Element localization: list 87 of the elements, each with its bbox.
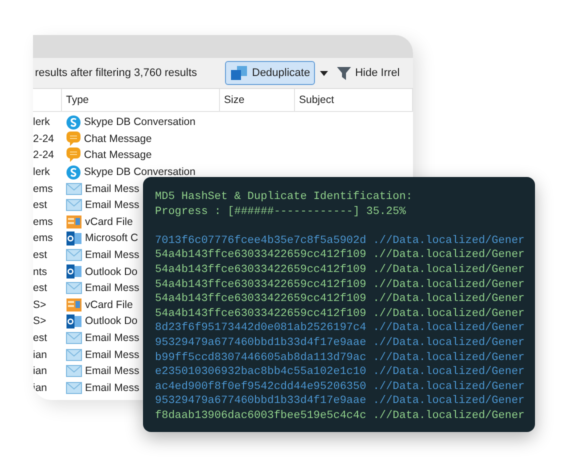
envelope-icon xyxy=(66,365,82,378)
table-cell: lerk xyxy=(33,116,50,128)
hash-text: e235010306932bac8bb4c55a102e1c10 xyxy=(155,365,366,380)
table-cell: 2-24 xyxy=(33,149,54,162)
hash-text: f8daab13906dac6003fbee519e5c4c4c xyxy=(155,408,366,424)
file-path: .//Data.localized/Gener xyxy=(372,292,525,307)
table-cell: ian xyxy=(33,365,48,378)
table-cell: ems xyxy=(33,182,53,195)
skype-icon xyxy=(66,164,81,180)
progress-line: Progress : [######------------] 35.25% xyxy=(155,204,407,220)
file-path: .//Data.localized/Gener xyxy=(372,408,525,424)
skype-icon xyxy=(66,114,81,130)
table-cell: Email Mess xyxy=(85,249,140,262)
file-path: .//Data.localized/Gener xyxy=(372,350,525,366)
table-cell: lerk xyxy=(33,166,50,178)
chat-bubble-icon xyxy=(66,130,81,147)
envelope-icon xyxy=(66,348,82,361)
hash-text: 54a4b143ffce63033422659cc412f109 xyxy=(155,262,366,278)
envelope-icon xyxy=(66,282,82,294)
table-cell: est xyxy=(33,199,48,212)
outlook-icon xyxy=(66,230,82,246)
table-cell: Skype DB Conversation xyxy=(84,166,196,178)
table-cell: Chat Message xyxy=(84,149,152,162)
hash-text: 7013f6c07776fcee4b35e7c8f5a5902d xyxy=(155,234,366,248)
terminal-title: MD5 HashSet & Duplicate Identification: xyxy=(155,190,414,205)
table-cell: S> xyxy=(33,298,46,311)
table-cell: vCard File xyxy=(85,216,133,228)
hash-text: 54a4b143ffce63033422659cc412f109 xyxy=(155,306,366,322)
table-cell: Outlook Do xyxy=(85,266,138,278)
hash-text: 8d23f6f95173442d0e081ab2526197c4 xyxy=(155,321,366,336)
hide-button[interactable]: Hide Irrel xyxy=(336,65,400,81)
table-cell: nts xyxy=(33,266,48,278)
table-cell: Email Mess xyxy=(85,182,140,195)
hash-text: 54a4b143ffce63033422659cc412f109 xyxy=(155,248,366,263)
caret-icon[interactable] xyxy=(320,70,328,76)
file-path: .//Data.localized/Gener xyxy=(372,365,525,380)
squares-icon xyxy=(230,65,248,81)
table-cell: ems xyxy=(33,232,53,244)
table-cell: Email Mess xyxy=(85,282,140,294)
table-cell: Chat Message xyxy=(84,132,152,145)
envelope-icon xyxy=(66,382,82,394)
file-path: .//Data.localized/Gener xyxy=(372,321,525,336)
outlook-icon xyxy=(66,314,82,329)
file-path: .//Data.localized/Gener xyxy=(372,278,525,292)
file-path: .//Data.localized/Gener xyxy=(372,380,525,394)
table-cell: Skype DB Conversation xyxy=(84,116,196,128)
chat-bubble-icon xyxy=(66,147,81,164)
table-cell: est xyxy=(33,332,48,344)
table-cell: est xyxy=(33,249,48,262)
hash-text: ac4ed900f8f0ef9542cdd44e95206350 xyxy=(155,380,366,394)
contact-card-icon xyxy=(66,214,82,229)
envelope-icon xyxy=(66,182,82,195)
outlook-icon xyxy=(66,264,82,280)
table-cell: Email Mess xyxy=(85,382,140,394)
table-cell: S> xyxy=(33,315,46,328)
table-cell: Outlook Do xyxy=(85,315,138,328)
column-header[interactable]: Size xyxy=(224,94,244,106)
table-cell: est xyxy=(33,282,48,294)
table-cell: Email Mess xyxy=(85,348,140,361)
column-header[interactable]: Type xyxy=(66,94,89,106)
table-cell: Microsoft C xyxy=(85,232,138,244)
file-path: .//Data.localized/Gener xyxy=(372,248,525,263)
hash-text: 95329479a677460bbd1b33d4f17e9aae xyxy=(155,336,366,351)
table-cell: 2-24 xyxy=(33,132,54,145)
file-path: .//Data.localized/Gener xyxy=(372,234,525,248)
hash-text: 54a4b143ffce63033422659cc412f109 xyxy=(155,278,366,292)
filter-icon xyxy=(336,65,352,81)
hash-text: b99ff5ccd8307446605ab8da113d79ac xyxy=(155,350,366,366)
file-path: .//Data.localized/Gener xyxy=(372,306,525,322)
file-path: .//Data.localized/Gener xyxy=(372,394,525,409)
result-summary: results after filtering 3,760 results xyxy=(35,67,198,79)
hash-text: 54a4b143ffce63033422659cc412f109 xyxy=(155,292,366,307)
table-cell: Email Mess xyxy=(85,332,140,344)
column-header[interactable]: Subject xyxy=(299,94,334,106)
table-cell: ems xyxy=(33,216,53,228)
envelope-icon xyxy=(66,332,82,344)
table-cell: Email Mess xyxy=(85,365,140,378)
hash-text: 95329479a677460bbd1b33d4f17e9aae xyxy=(155,394,366,409)
envelope-icon xyxy=(66,249,82,262)
table-cell: vCard File xyxy=(85,298,133,311)
table-cell: Email Mess xyxy=(85,199,140,212)
contact-card-icon xyxy=(66,298,82,312)
file-path: .//Data.localized/Gener xyxy=(372,336,525,351)
envelope-icon xyxy=(66,199,82,212)
table-cell: ian xyxy=(33,348,48,361)
deduplicate-button[interactable]: Deduplicate xyxy=(225,61,316,85)
file-path: .//Data.localized/Gener xyxy=(372,262,525,278)
